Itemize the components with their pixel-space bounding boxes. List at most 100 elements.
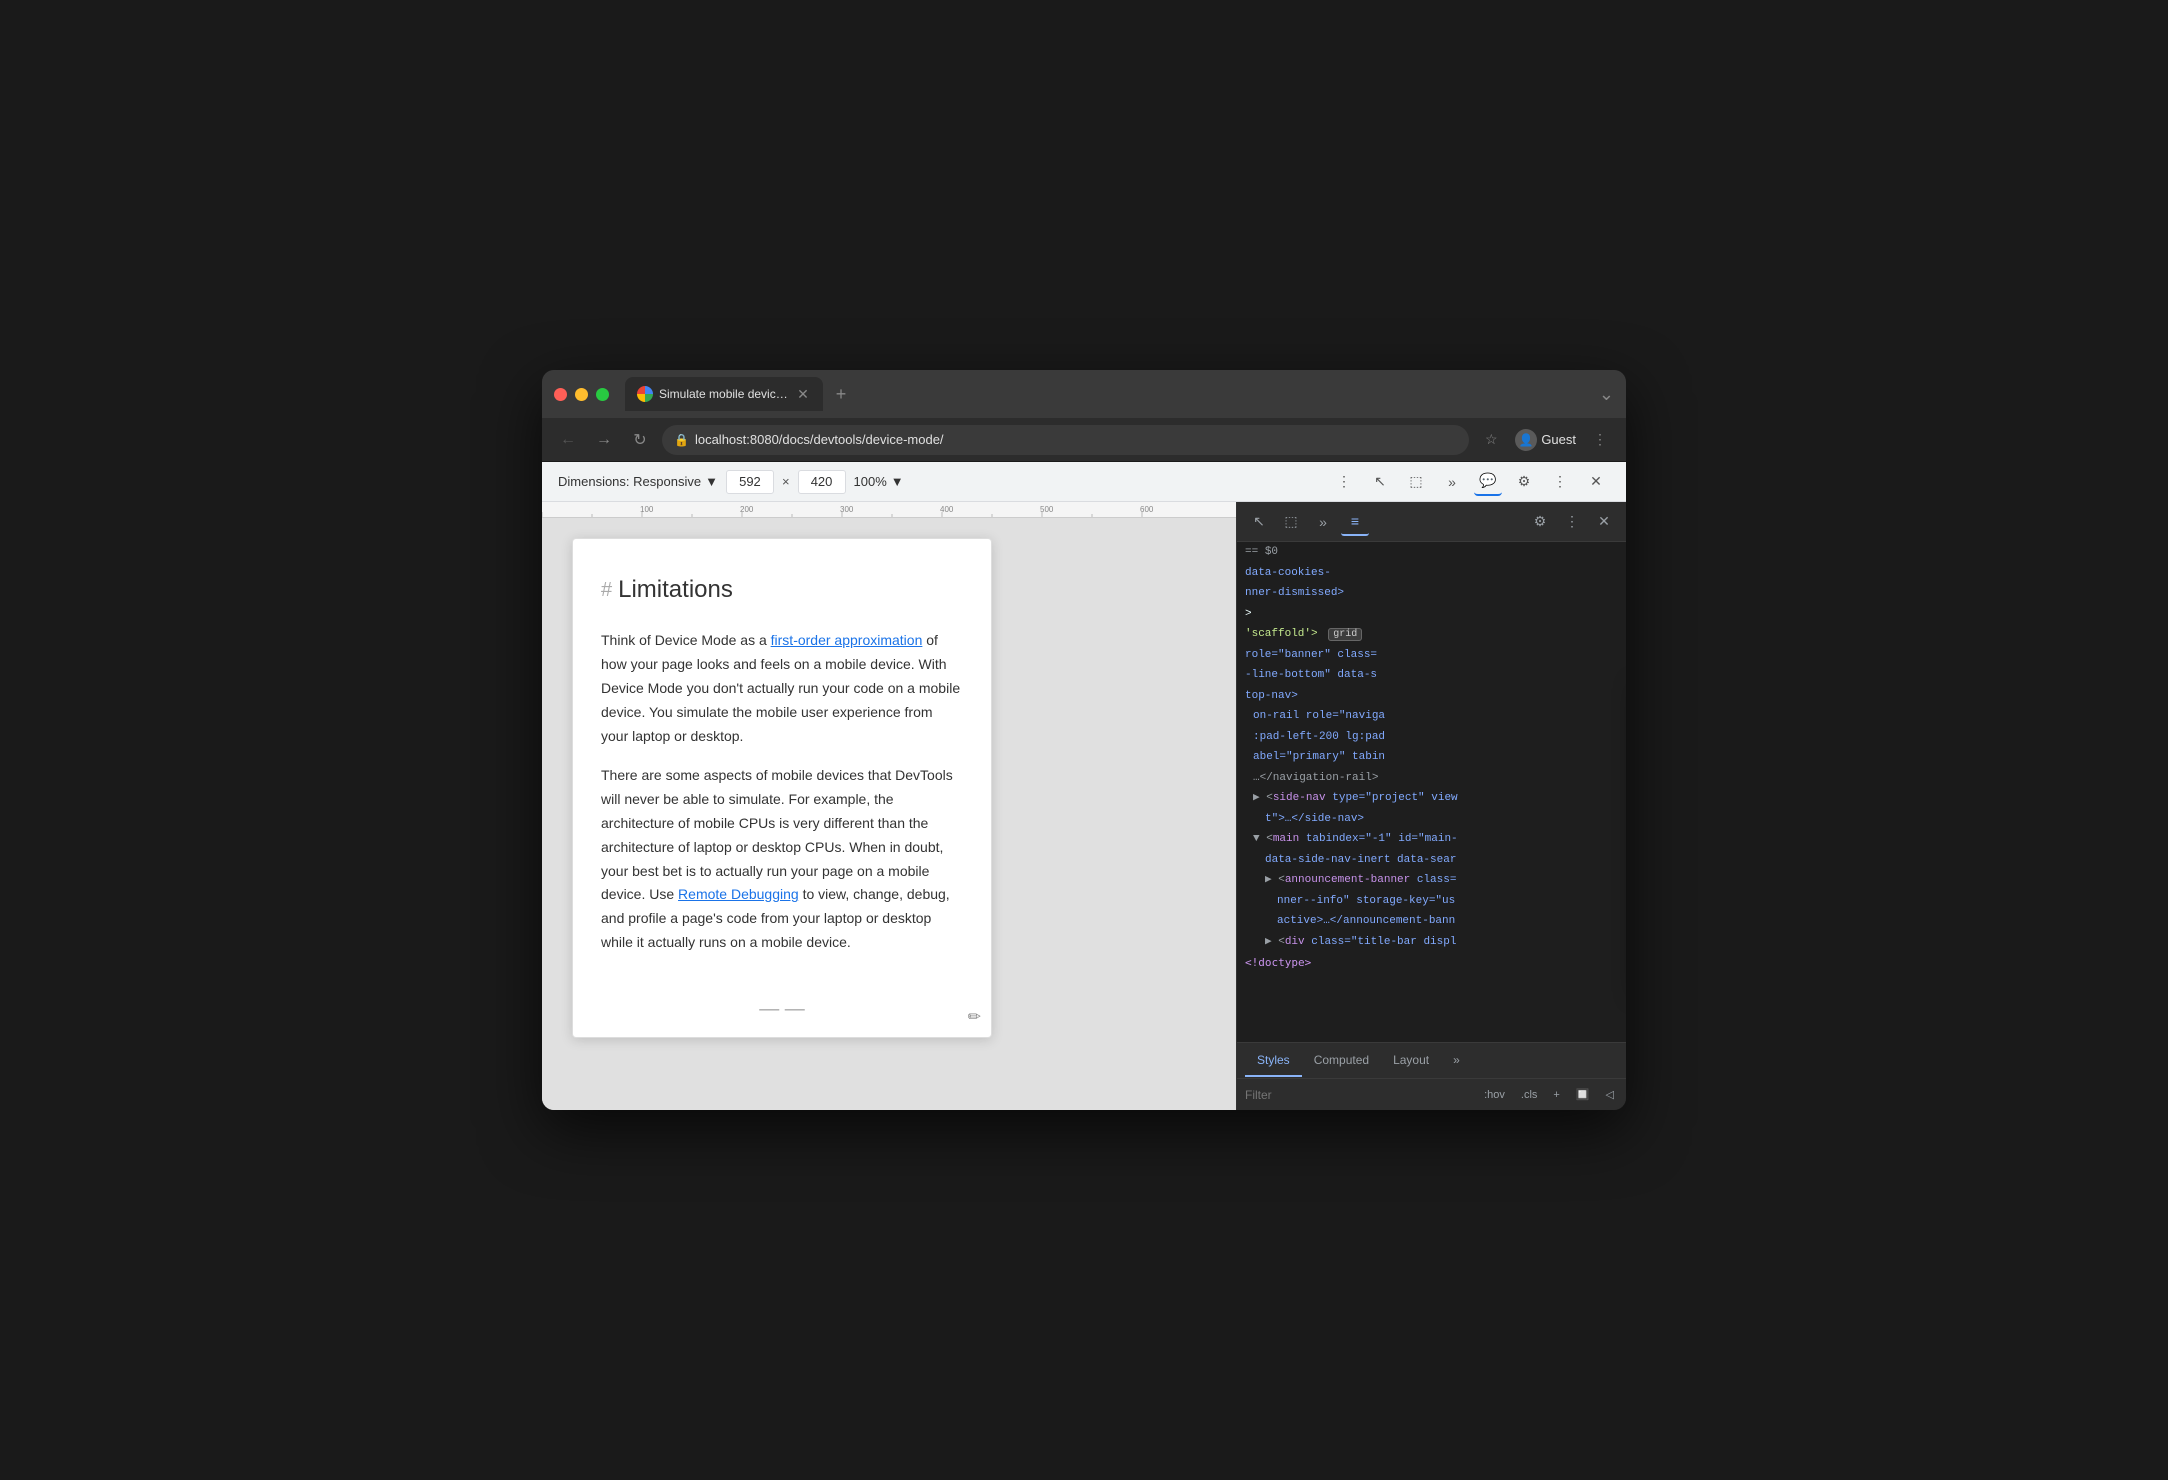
nav-actions: ☆ 👤 Guest ⋮ — [1477, 426, 1614, 454]
dt-line-banner-dismissed: nner-dismissed> — [1237, 583, 1626, 604]
devtools-close-button[interactable]: ✕ — [1590, 508, 1618, 536]
dt-line-title-bar: ▶ <div class="title-bar displ — [1237, 932, 1626, 953]
dt-line-on-rail: on-rail role="naviga — [1237, 706, 1626, 727]
ruler-svg: 100 200 300 400 500 600 — [542, 502, 1236, 518]
page-heading: # Limitations — [601, 571, 963, 609]
dt-line-role-banner: role="banner" class= — [1237, 645, 1626, 666]
reload-button[interactable]: ↻ — [626, 426, 654, 454]
dt-filter-bar: :hov .cls + 🔲 ◁ — [1237, 1078, 1626, 1110]
dt-bottom-tabs: Styles Computed Layout » — [1237, 1042, 1626, 1078]
elements-panel-icon[interactable]: 💬 — [1474, 468, 1502, 496]
nav-bar: ← → ↻ 🔒 localhost:8080/docs/devtools/dev… — [542, 418, 1626, 462]
layout-tab[interactable]: Layout — [1381, 1045, 1441, 1077]
main-area: 100 200 300 400 500 600 # Limitations — [542, 502, 1626, 1110]
bookmark-button[interactable]: ☆ — [1477, 426, 1505, 454]
viewport-area: 100 200 300 400 500 600 # Limitations — [542, 502, 1236, 1110]
remote-debugging-link[interactable]: Remote Debugging — [678, 886, 799, 902]
more-toolbar-icon[interactable]: » — [1438, 468, 1466, 496]
tab-close-button[interactable]: ✕ — [795, 386, 811, 402]
dt-line-scaffold: 'scaffold'> grid — [1237, 624, 1626, 645]
device-mode-toggle-button[interactable]: ⬚ — [1277, 508, 1305, 536]
guest-button[interactable]: 👤 Guest — [1509, 427, 1582, 453]
heading-text: Limitations — [618, 571, 733, 609]
add-style-rule-button[interactable]: + — [1549, 1087, 1563, 1103]
devtools-panel: ↖ ⬚ » ≡ ⚙ ⋮ ✕ == $0 data-cookies- nner-d… — [1236, 502, 1626, 1110]
paragraph-1: Think of Device Mode as a first-order ap… — [601, 629, 963, 748]
inspect-element-button[interactable]: ↖ — [1245, 508, 1273, 536]
devtools-more-icon[interactable]: ⋮ — [1546, 468, 1574, 496]
new-tab-button[interactable]: + — [827, 380, 855, 408]
para2-text-start: There are some aspects of mobile devices… — [601, 767, 953, 902]
ruler-bar: 100 200 300 400 500 600 — [542, 502, 1236, 518]
minimize-window-button[interactable] — [575, 388, 588, 401]
width-input[interactable] — [726, 470, 774, 494]
devtools-content: == $0 data-cookies- nner-dismissed> > 's… — [1237, 542, 1626, 1042]
title-bar: Simulate mobile devices with D ✕ + ⌄ — [542, 370, 1626, 418]
dt-line-main: ▼ <main tabindex="-1" id="main- — [1237, 829, 1626, 850]
first-order-link[interactable]: first-order approximation — [771, 632, 923, 648]
styles-tab[interactable]: Styles — [1245, 1045, 1302, 1077]
tab-bar: Simulate mobile devices with D ✕ + — [625, 377, 1591, 411]
hov-filter-button[interactable]: :hov — [1480, 1087, 1509, 1103]
svg-text:600: 600 — [1140, 505, 1154, 514]
toggle-sidebar-button[interactable]: ◁ — [1602, 1086, 1618, 1103]
zoom-selector[interactable]: 100% ▼ — [854, 474, 904, 489]
active-tab[interactable]: Simulate mobile devices with D ✕ — [625, 377, 823, 411]
inspect-device-icon[interactable]: ↖ — [1366, 468, 1394, 496]
traffic-lights — [554, 388, 609, 401]
computed-tab[interactable]: Computed — [1302, 1045, 1381, 1077]
chrome-favicon — [637, 386, 653, 402]
devtools-more-options-button[interactable]: ⋮ — [1558, 508, 1586, 536]
toggle-element-state-button[interactable]: 🔲 — [1572, 1086, 1594, 1103]
height-input[interactable] — [798, 470, 846, 494]
device-toolbar: Dimensions: Responsive ▼ × 100% ▼ ⋮ ↖ ⬚ … — [542, 462, 1626, 502]
address-bar[interactable]: 🔒 localhost:8080/docs/devtools/device-mo… — [662, 425, 1469, 455]
window-menu-button[interactable]: ⌄ — [1599, 384, 1614, 405]
guest-avatar: 👤 — [1515, 429, 1537, 451]
guest-label: Guest — [1541, 432, 1576, 447]
svg-text:400: 400 — [940, 505, 954, 514]
dt-dollar-ref: == $0 — [1237, 542, 1626, 563]
dt-doctype: <!doctype> — [1237, 952, 1626, 973]
panel-overflow-button[interactable]: » — [1309, 508, 1337, 536]
dt-line-nner-info: nner--info" storage-key="us — [1237, 891, 1626, 912]
dimensions-label: Dimensions: Responsive — [558, 474, 701, 489]
devtools-settings-button[interactable]: ⚙ — [1526, 508, 1554, 536]
more-tabs-button[interactable]: » — [1441, 1045, 1472, 1077]
device-frame: # Limitations Think of Device Mode as a … — [572, 538, 992, 1038]
dt-line-data-side-nav-inert: data-side-nav-inert data-sear — [1237, 850, 1626, 871]
paragraph-2: There are some aspects of mobile devices… — [601, 764, 963, 954]
svg-text:200: 200 — [740, 505, 754, 514]
svg-text:300: 300 — [840, 505, 854, 514]
dt-line-pad-left: :pad-left-200 lg:pad — [1237, 727, 1626, 748]
lock-icon: 🔒 — [674, 433, 689, 447]
maximize-window-button[interactable] — [596, 388, 609, 401]
tab-title: Simulate mobile devices with D — [659, 387, 789, 401]
dt-line-gt: > — [1237, 604, 1626, 625]
devtools-toolbar: ↖ ⬚ » ≡ ⚙ ⋮ ✕ — [1237, 502, 1626, 542]
dt-line-nav-rail-close: …</navigation-rail> — [1237, 768, 1626, 789]
svg-text:500: 500 — [1040, 505, 1054, 514]
dt-line-active: active>…</announcement-bann — [1237, 911, 1626, 932]
rotate-device-icon[interactable]: ⬚ — [1402, 468, 1430, 496]
styles-filter-input[interactable] — [1245, 1088, 1472, 1102]
settings-icon[interactable]: ⚙ — [1510, 468, 1538, 496]
dt-line-t-side-nav: t">…</side-nav> — [1237, 809, 1626, 830]
page-content: # Limitations Think of Device Mode as a … — [601, 571, 963, 955]
dt-line-abel-primary: abel="primary" tabin — [1237, 747, 1626, 768]
close-devtools-icon[interactable]: ✕ — [1582, 468, 1610, 496]
cls-filter-button[interactable]: .cls — [1517, 1087, 1542, 1103]
more-options-button[interactable]: ⋮ — [1330, 468, 1358, 496]
close-window-button[interactable] — [554, 388, 567, 401]
elements-tab-button[interactable]: ≡ — [1341, 508, 1369, 536]
svg-text:100: 100 — [640, 505, 654, 514]
forward-button[interactable]: → — [590, 426, 618, 454]
dimensions-selector[interactable]: Dimensions: Responsive ▼ — [558, 474, 718, 489]
dt-line-announcement: ▶ <announcement-banner class= — [1237, 870, 1626, 891]
dt-line-line-bottom: -line-bottom" data-s — [1237, 665, 1626, 686]
address-text: localhost:8080/docs/devtools/device-mode… — [695, 432, 944, 447]
chrome-menu-button[interactable]: ⋮ — [1586, 426, 1614, 454]
dimension-separator: × — [782, 474, 790, 489]
back-button[interactable]: ← — [554, 426, 582, 454]
scroll-indicator: — — — [759, 998, 805, 1021]
